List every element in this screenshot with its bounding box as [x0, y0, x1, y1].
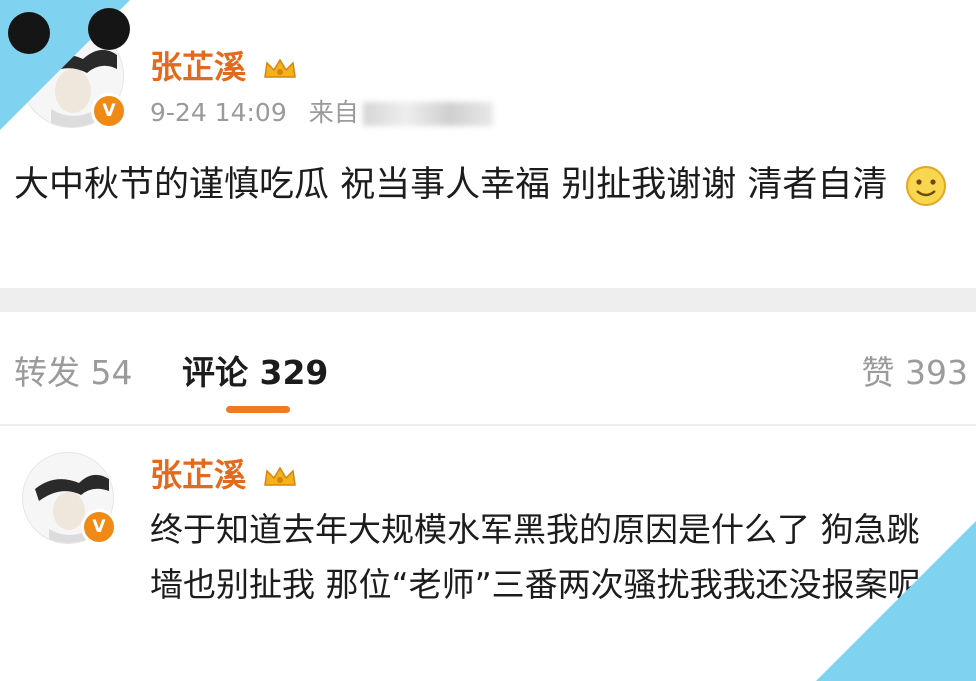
corner-decoration-bottom-right — [816, 521, 976, 681]
active-tab-indicator — [226, 406, 290, 413]
ear-left — [8, 12, 50, 54]
tab-separator — [0, 424, 976, 426]
comment-author-name[interactable]: 张芷溪 — [150, 450, 297, 496]
post-text: 大中秋节的谨慎吃瓜 祝当事人幸福 别扯我谢谢 清者自清 — [14, 165, 888, 205]
ear-right — [88, 8, 130, 50]
post-source-blurred — [362, 102, 493, 126]
verified-badge-icon: V — [81, 509, 117, 545]
section-divider — [0, 288, 976, 312]
comment-author-name-text[interactable]: 张芷溪 — [150, 456, 246, 494]
tab-repost[interactable]: 转发 54 — [14, 346, 132, 394]
post-body: 大中秋节的谨慎吃瓜 祝当事人幸福 别扯我谢谢 清者自清 — [14, 158, 964, 213]
vip-crown-icon — [264, 466, 297, 486]
tab-comment[interactable]: 评论 329 — [182, 346, 328, 394]
tab-like[interactable]: 赞 393 — [862, 346, 968, 394]
post-meta: 9-24 14:09 来自 — [150, 93, 493, 129]
comment-author-avatar[interactable]: V — [22, 452, 117, 545]
smile-emoji-icon — [905, 166, 946, 206]
post-author-name-text[interactable]: 张芷溪 — [150, 48, 246, 86]
post-source-prefix: 来自 — [308, 98, 359, 127]
vip-crown-icon — [264, 58, 297, 78]
post-date: 9-24 14:09 — [150, 98, 287, 127]
post-author-name[interactable]: 张芷溪 — [150, 42, 297, 88]
